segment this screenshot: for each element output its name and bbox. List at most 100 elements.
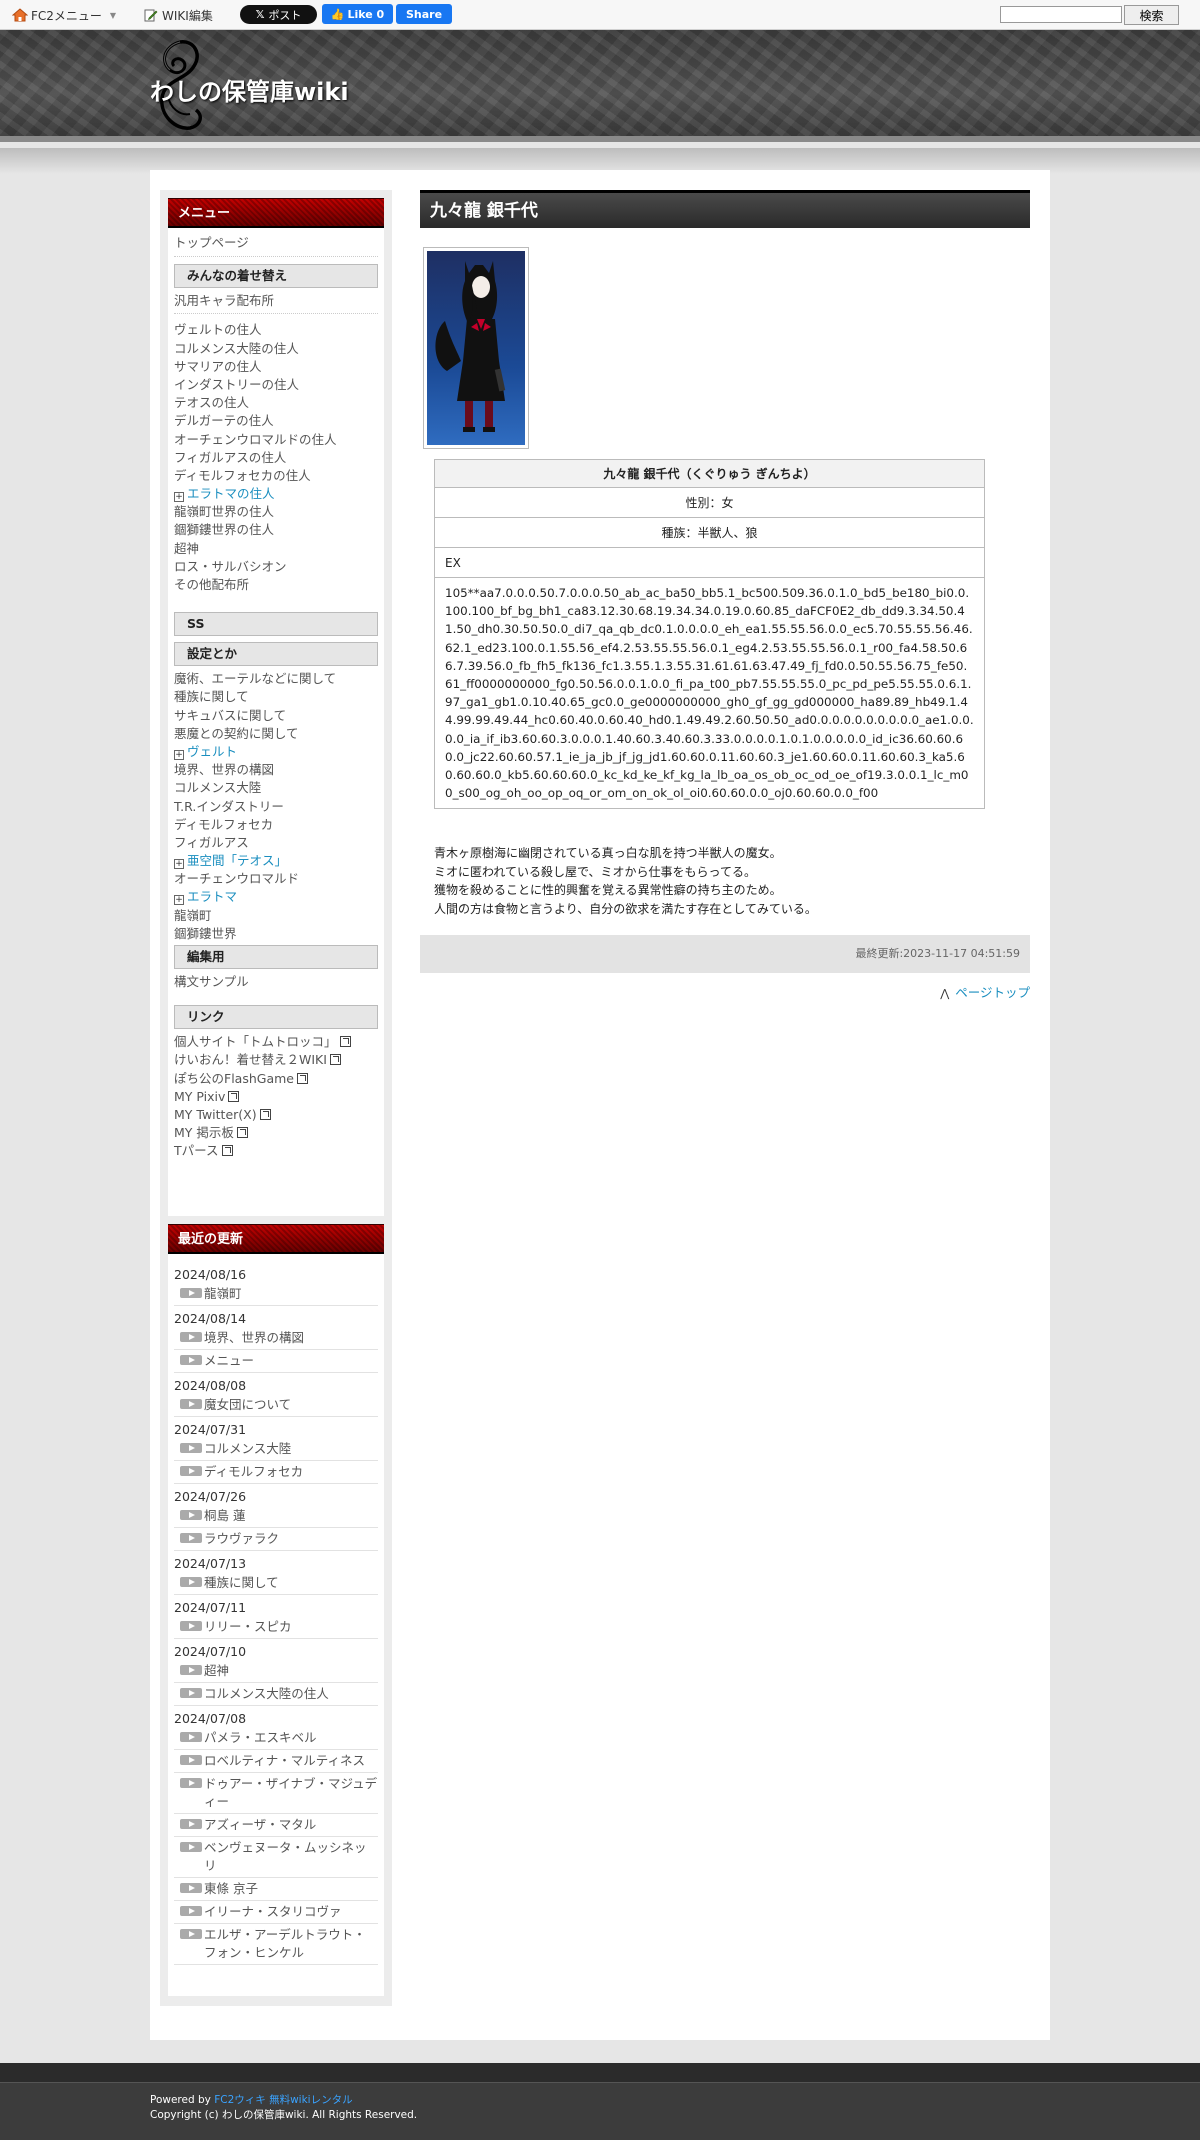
menu-item[interactable]: その他配布所 (174, 576, 378, 594)
update-item[interactable]: コルメンス大陸 (174, 1438, 378, 1461)
wiki-edit-link[interactable]: WIKI編集 (144, 6, 213, 24)
link-item[interactable]: 個人サイト「トムトロッコ」 (174, 1033, 378, 1051)
menu-item[interactable]: フィガルアスの住人 (174, 449, 378, 467)
menu-item-label: エラトマの住人 (187, 486, 275, 502)
update-label: リリー・スピカ (204, 1619, 292, 1634)
arrow-up-icon: ⋀ (940, 987, 950, 1000)
menu-item[interactable]: 龍嶺町世界の住人 (174, 503, 378, 521)
update-item[interactable]: 魔女団について (174, 1394, 378, 1417)
page-top-link[interactable]: ⋀ ページトップ (940, 982, 1030, 1001)
update-item[interactable]: アズィーザ・マタル (174, 1814, 378, 1837)
update-item[interactable]: メニュー (174, 1350, 378, 1373)
update-item[interactable]: 東條 京子 (174, 1878, 378, 1901)
menu-item[interactable]: オーチェンウロマルドの住人 (174, 431, 378, 449)
link-item[interactable]: けいおん！着せ替え２WIKI (174, 1051, 378, 1069)
facebook-share-button[interactable]: Share (396, 4, 452, 24)
update-date: 2024/08/08 (174, 1378, 247, 1393)
link-item[interactable]: MY 掲示板 (174, 1124, 378, 1142)
update-item[interactable]: 境界、世界の構図 (174, 1327, 378, 1350)
update-item[interactable]: ディモルフォセカ (174, 1461, 378, 1484)
menu-item[interactable]: オーチェンウロマルド (174, 870, 378, 888)
menu-item[interactable]: 境界、世界の構図 (174, 761, 378, 779)
menu-item[interactable]: 魔術、エーテルなどに関して (174, 670, 378, 688)
fc2-menu-button[interactable]: FC2メニュー ▼ (12, 6, 116, 24)
update-item[interactable]: 龍嶺町 (174, 1283, 378, 1306)
external-link-icon (221, 1145, 233, 1157)
update-item[interactable]: 種族に関して (174, 1572, 378, 1595)
menu-item-expandable[interactable]: + エラトマ (174, 888, 378, 906)
search-button[interactable]: 検索 (1124, 5, 1179, 25)
update-item[interactable]: ラウヴァラク (174, 1528, 378, 1551)
menu-item[interactable]: サキュバスに関して (174, 707, 378, 725)
external-link-icon (329, 1054, 341, 1066)
site-title[interactable]: わしの保管庫wiki (150, 72, 349, 107)
menu-item[interactable]: コルメンス大陸 (174, 779, 378, 797)
update-item[interactable]: コルメンス大陸の住人 (174, 1683, 378, 1706)
top-toolbar: FC2メニュー ▼ WIKI編集 𝕏 ポスト 👍 Like 0 Share 検索 (0, 0, 1200, 30)
menu-group-heading: 設定とか (174, 642, 378, 667)
menu-item[interactable]: フィガルアス (174, 834, 378, 852)
menu-item-expandable[interactable]: + 亜空間「テオス」 (174, 852, 378, 870)
post-label: ポスト (268, 8, 302, 22)
update-date: 2024/07/08 (174, 1711, 247, 1726)
page-title: 九々龍 銀千代 (420, 190, 1030, 228)
menu-item[interactable]: コルメンス大陸の住人 (174, 340, 378, 358)
menu-item[interactable]: テオスの住人 (174, 394, 378, 412)
update-item[interactable]: ドゥアー・ザイナブ・マジュディー (174, 1773, 378, 1814)
update-item[interactable]: ベンヴェヌータ・ムッシネッリ (174, 1837, 378, 1878)
fc2-wiki-link[interactable]: FC2ウィキ 無料wikiレンタル (214, 2094, 352, 2106)
link-item[interactable]: MY Pixiv (174, 1088, 378, 1106)
menu-item[interactable]: T.R.インダストリー (174, 798, 378, 816)
arrow-right-icon (180, 1443, 202, 1453)
update-label: 超神 (204, 1663, 230, 1678)
update-item[interactable]: ロベルティナ・マルティネス (174, 1750, 378, 1773)
menu-item[interactable]: ディモルフォセカ (174, 816, 378, 834)
expand-plus-icon[interactable]: + (174, 492, 184, 503)
menu-item[interactable]: 汎用キャラ配布所 (174, 292, 378, 310)
menu-item[interactable]: 種族に関して (174, 688, 378, 706)
arrow-right-icon (180, 1732, 202, 1742)
update-item[interactable]: 桐島 蓮 (174, 1505, 378, 1528)
menu-item[interactable]: ディモルフォセカの住人 (174, 467, 378, 485)
menu-item-expandable[interactable]: + ヴェルト (174, 743, 378, 761)
menu-heading: メニュー (168, 198, 384, 228)
link-item[interactable]: MY Twitter(X) (174, 1106, 378, 1124)
menu-item[interactable]: 悪魔との契約に関して (174, 725, 378, 743)
link-item[interactable]: ぽち公のFlashGame (174, 1070, 378, 1088)
menu-group-heading: SS (174, 612, 378, 637)
menu-item[interactable]: 龍嶺町 (174, 907, 378, 925)
description-line: ミオに匿われている殺し屋で、ミオから仕事をもらってる。 (434, 864, 756, 879)
menu-item[interactable]: ロス・サルバシオン (174, 558, 378, 576)
menu-item-label: 亜空間「テオス」 (187, 853, 288, 869)
update-item[interactable]: リリー・スピカ (174, 1616, 378, 1639)
menu-item[interactable]: インダストリーの住人 (174, 376, 378, 394)
home-icon (12, 8, 28, 22)
menu-item[interactable]: 錮獅鏤世界の住人 (174, 521, 378, 539)
menu-item[interactable]: 構文サンプル (174, 973, 378, 991)
character-image[interactable] (423, 247, 529, 449)
expand-plus-icon[interactable]: + (174, 895, 184, 906)
facebook-like-button[interactable]: 👍 Like 0 (322, 4, 393, 24)
divider (174, 256, 378, 258)
menu-item-top-page[interactable]: トップページ (174, 234, 378, 252)
update-item[interactable]: エルザ・アーデルトラウト・フォン・ヒンケル (174, 1924, 378, 1965)
gender-cell: 性別：女 (434, 487, 985, 518)
search-input[interactable] (1000, 6, 1122, 23)
menu-item[interactable]: 超神 (174, 540, 378, 558)
update-label: アズィーザ・マタル (204, 1817, 317, 1832)
menu-item-expandable[interactable]: + エラトマの住人 (174, 485, 378, 503)
x-post-button[interactable]: 𝕏 ポスト (240, 5, 317, 24)
menu-item[interactable]: 錮獅鏤世界 (174, 925, 378, 943)
update-date: 2024/07/11 (174, 1600, 247, 1615)
expand-plus-icon[interactable]: + (174, 749, 184, 760)
update-date: 2024/07/13 (174, 1556, 247, 1571)
expand-plus-icon[interactable]: + (174, 859, 184, 870)
update-item[interactable]: パメラ・エスキベル (174, 1727, 378, 1750)
chevron-down-icon: ▼ (109, 10, 117, 20)
menu-item[interactable]: デルガーテの住人 (174, 412, 378, 430)
update-item[interactable]: 超神 (174, 1660, 378, 1683)
update-item[interactable]: イリーナ・スタリコヴァ (174, 1901, 378, 1924)
link-item[interactable]: Tパース (174, 1142, 378, 1160)
menu-item[interactable]: サマリアの住人 (174, 358, 378, 376)
menu-item[interactable]: ヴェルトの住人 (174, 321, 378, 339)
